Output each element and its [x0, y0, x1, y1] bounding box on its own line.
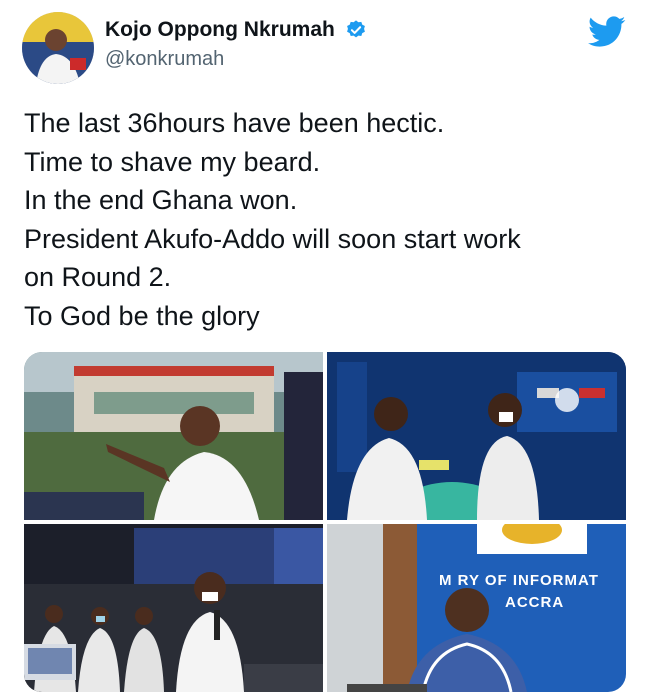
photo-3[interactable] [24, 524, 323, 692]
tweet-line: In the end Ghana won. [24, 185, 298, 215]
tweet-header: Kojo Oppong Nkrumah @konkrumah [22, 12, 632, 92]
tweet-line: on Round 2. [24, 262, 172, 292]
man-pointing-photo [24, 352, 323, 520]
tweet-body: The last 36hours have been hectic. Time … [24, 104, 634, 335]
photo-2[interactable] [327, 352, 626, 520]
photo-4[interactable]: M RY OF INFORMAT ACCRA [327, 524, 626, 692]
election-screens-photo [327, 352, 626, 520]
author-handle[interactable]: @konkrumah [105, 48, 367, 71]
control-room-photo [24, 524, 323, 692]
verified-badge-icon [347, 20, 366, 38]
ministry-photo [327, 524, 626, 692]
ministry-sign-line-2: ACCRA [505, 594, 565, 611]
twitter-bird-icon[interactable] [588, 16, 626, 48]
author-name[interactable]: Kojo Oppong Nkrumah [105, 18, 335, 42]
tweet-line: President Akufo-Addo will soon start wor… [24, 223, 521, 254]
tweet-line: The last 36hours have been hectic. [24, 108, 445, 138]
tweet-line: Time to shave my beard. [24, 146, 321, 177]
avatar-photo [22, 12, 94, 84]
photo-1[interactable] [24, 352, 323, 520]
media-grid: M RY OF INFORMAT ACCRA [24, 352, 626, 692]
author-avatar[interactable] [22, 12, 94, 84]
tweet-line: To God be the glory [24, 300, 260, 331]
ministry-sign-line-1: M RY OF INFORMAT [439, 572, 599, 589]
